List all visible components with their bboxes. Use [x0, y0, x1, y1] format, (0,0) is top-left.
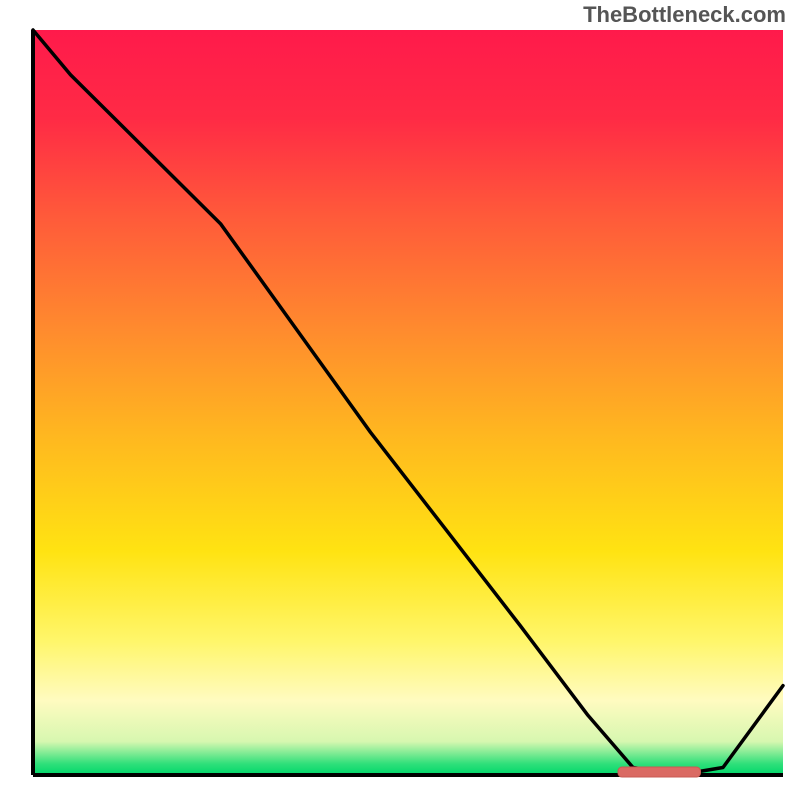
optimum-marker — [618, 767, 701, 777]
chart-stage: { "watermark": "TheBottleneck.com", "col… — [0, 0, 800, 800]
plot-background — [33, 30, 783, 775]
chart-svg — [0, 0, 800, 800]
